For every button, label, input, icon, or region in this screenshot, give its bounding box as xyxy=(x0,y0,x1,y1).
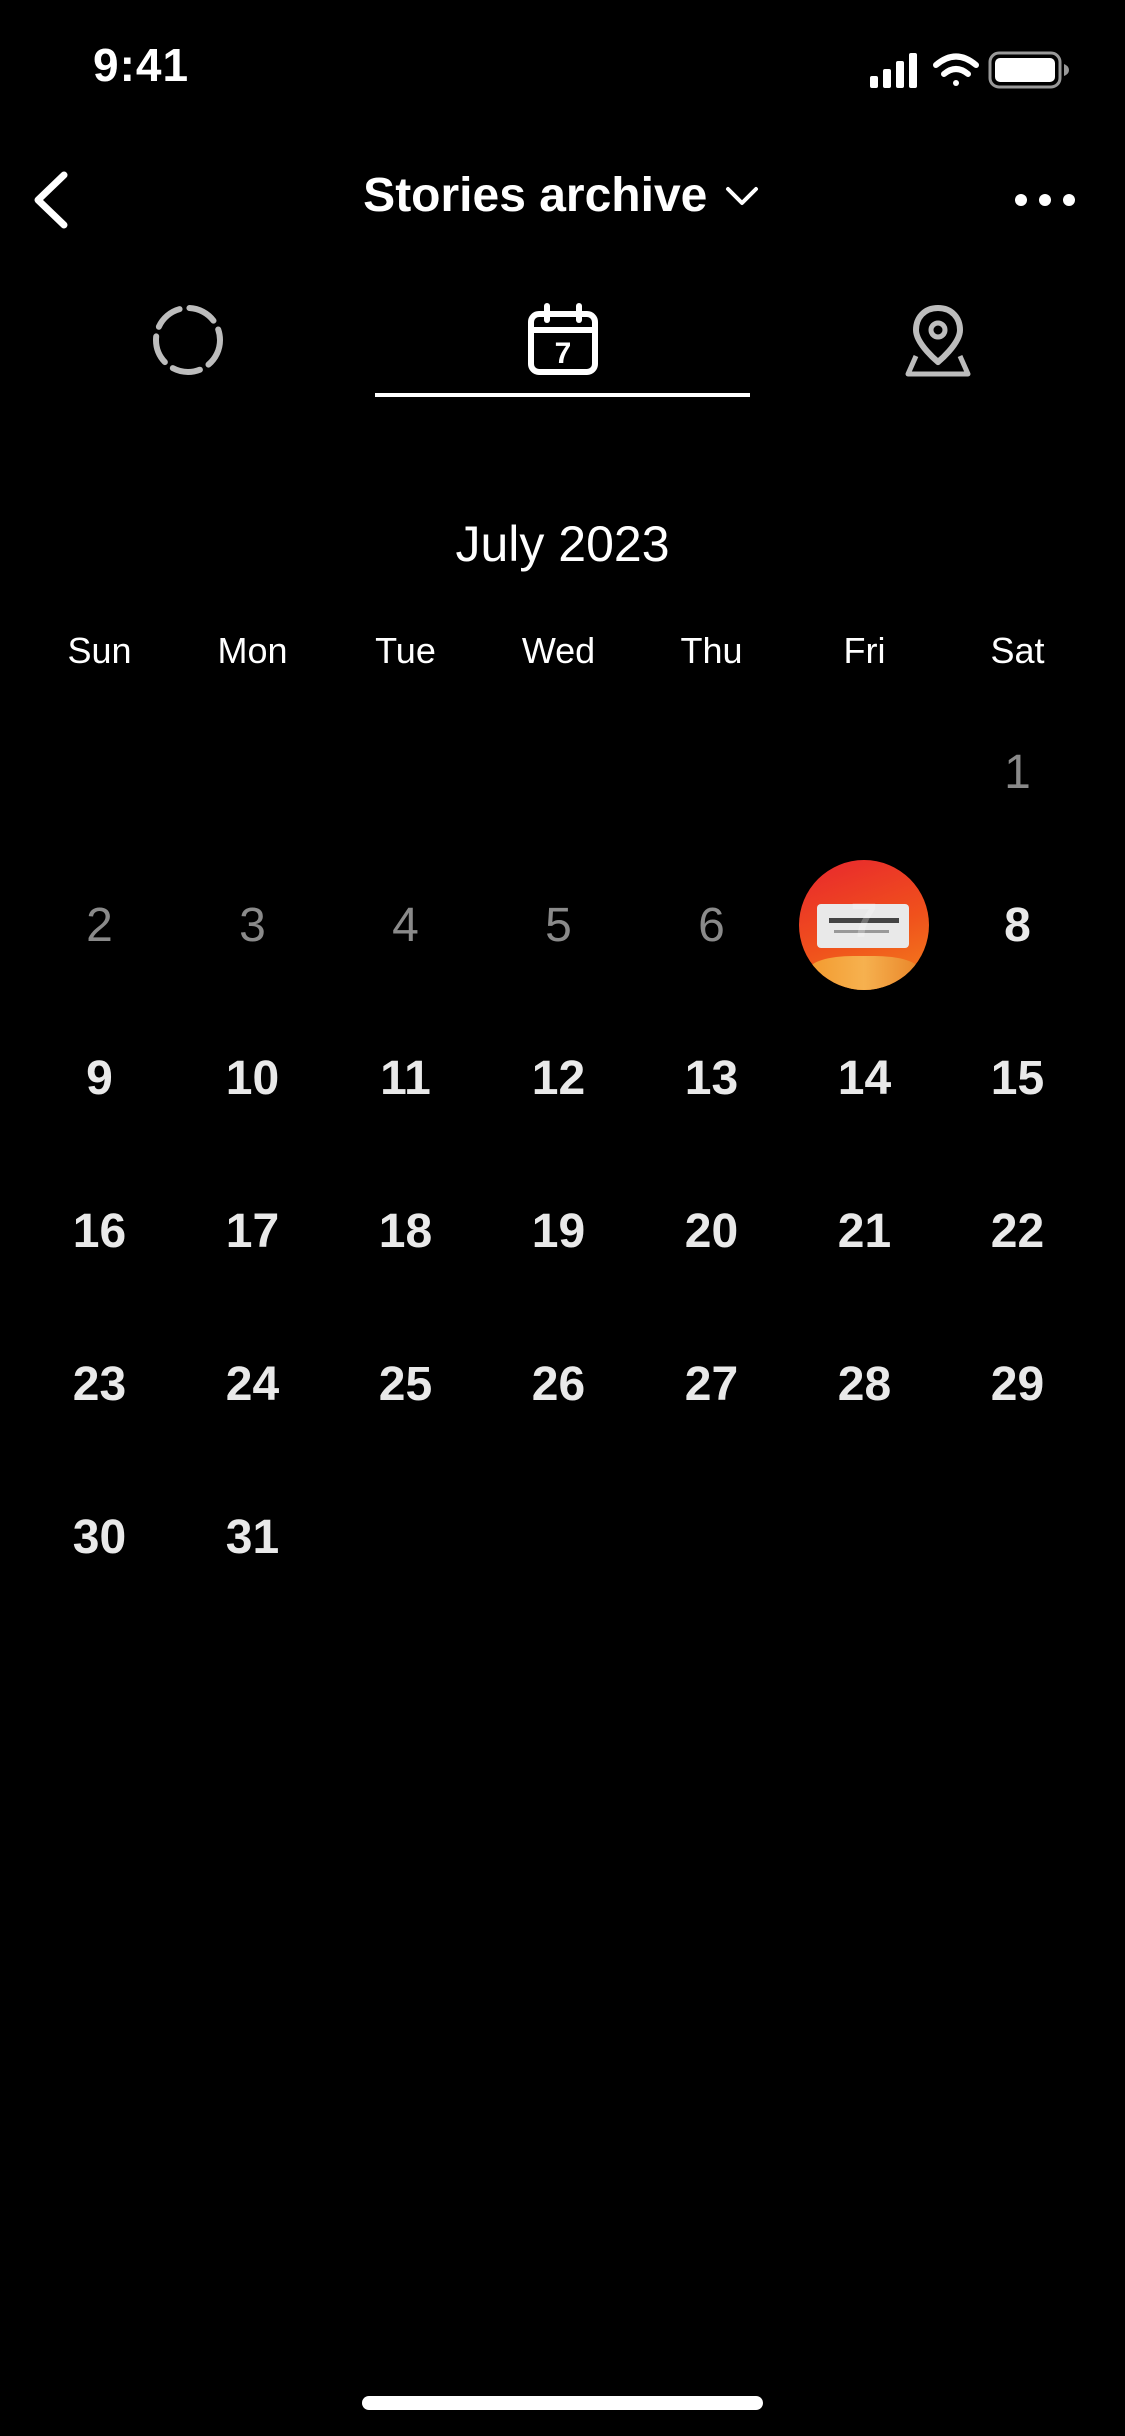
calendar-day-16[interactable]: 16 xyxy=(23,1176,176,1286)
dashed-circle-icon xyxy=(152,305,223,375)
calendar-day-31[interactable]: 31 xyxy=(176,1482,329,1592)
calendar-day-4[interactable]: 4 xyxy=(329,870,482,980)
nav-bar: Stories archive xyxy=(0,140,1125,260)
weekday-label: Fri xyxy=(843,630,886,671)
calendar-day-12[interactable]: 12 xyxy=(482,1023,635,1133)
tab-stories[interactable] xyxy=(0,280,375,400)
calendar-icon: 7 xyxy=(527,303,598,375)
calendar-day-21[interactable]: 21 xyxy=(788,1176,941,1286)
calendar-day-22[interactable]: 22 xyxy=(941,1176,1094,1286)
calendar-day-13[interactable]: 13 xyxy=(635,1023,788,1133)
weekday-label: Sun xyxy=(67,630,132,671)
calendar-day-14[interactable]: 14 xyxy=(788,1023,941,1133)
calendar-day-8[interactable]: 8 xyxy=(941,870,1094,980)
calendar-day-3[interactable]: 3 xyxy=(176,870,329,980)
wifi-icon xyxy=(933,53,979,86)
calendar-day-15[interactable]: 15 xyxy=(941,1023,1094,1133)
calendar-day-25[interactable]: 25 xyxy=(329,1329,482,1439)
calendar-day-23[interactable]: 23 xyxy=(23,1329,176,1439)
page-title: Stories archive xyxy=(363,169,708,222)
archive-tabs: 7 xyxy=(0,280,1125,400)
weekday-label: Mon xyxy=(217,630,288,671)
calendar-day-10[interactable]: 10 xyxy=(176,1023,329,1133)
calendar-day-11[interactable]: 11 xyxy=(329,1023,482,1133)
calendar-day-17[interactable]: 17 xyxy=(176,1176,329,1286)
weekday-label: Sat xyxy=(990,630,1045,671)
cellular-signal-icon xyxy=(870,53,917,88)
calendar-day-9[interactable]: 9 xyxy=(23,1023,176,1133)
calendar-day-20[interactable]: 20 xyxy=(635,1176,788,1286)
calendar-day-1[interactable]: 1 xyxy=(941,717,1094,827)
more-horizontal-icon xyxy=(1015,194,1075,206)
more-options-button[interactable] xyxy=(995,170,1095,230)
status-icons xyxy=(870,50,1080,90)
calendar-day-30[interactable]: 30 xyxy=(23,1482,176,1592)
chevron-down-icon xyxy=(725,186,758,205)
status-time: 9:41 xyxy=(93,39,190,91)
calendar-day-18[interactable]: 18 xyxy=(329,1176,482,1286)
calendar-day-24[interactable]: 24 xyxy=(176,1329,329,1439)
weekday-label: Tue xyxy=(375,630,436,671)
calendar-day-26[interactable]: 26 xyxy=(482,1329,635,1439)
weekday-label: Wed xyxy=(521,630,596,671)
calendar-icon-number: 7 xyxy=(554,337,571,370)
battery-icon xyxy=(988,51,1069,89)
calendar-day-27[interactable]: 27 xyxy=(635,1329,788,1439)
tab-calendar[interactable]: 7 xyxy=(375,280,750,400)
calendar-day-19[interactable]: 19 xyxy=(482,1176,635,1286)
map-pin-icon xyxy=(905,305,970,377)
calendar-day-29[interactable]: 29 xyxy=(941,1329,1094,1439)
home-indicator[interactable] xyxy=(362,2396,763,2410)
story-thumbnail-day-7[interactable]: 7 xyxy=(799,860,929,990)
calendar-day-5[interactable]: 5 xyxy=(482,870,635,980)
calendar-day-28[interactable]: 28 xyxy=(788,1329,941,1439)
status-bar: 9:41 xyxy=(0,0,1125,140)
active-tab-indicator xyxy=(375,393,750,397)
calendar-day-2[interactable]: 2 xyxy=(23,870,176,980)
weekday-header: Sun Mon Tue Wed Thu Fri Sat xyxy=(0,630,1125,680)
month-label: July 2023 xyxy=(455,516,670,572)
calendar-day-6[interactable]: 6 xyxy=(635,870,788,980)
tab-map[interactable] xyxy=(750,280,1125,400)
day-number: 7 xyxy=(850,895,878,948)
title-selector[interactable]: Stories archive xyxy=(0,168,1125,223)
story-preview-leaves xyxy=(809,956,919,990)
weekday-label: Thu xyxy=(680,630,743,671)
